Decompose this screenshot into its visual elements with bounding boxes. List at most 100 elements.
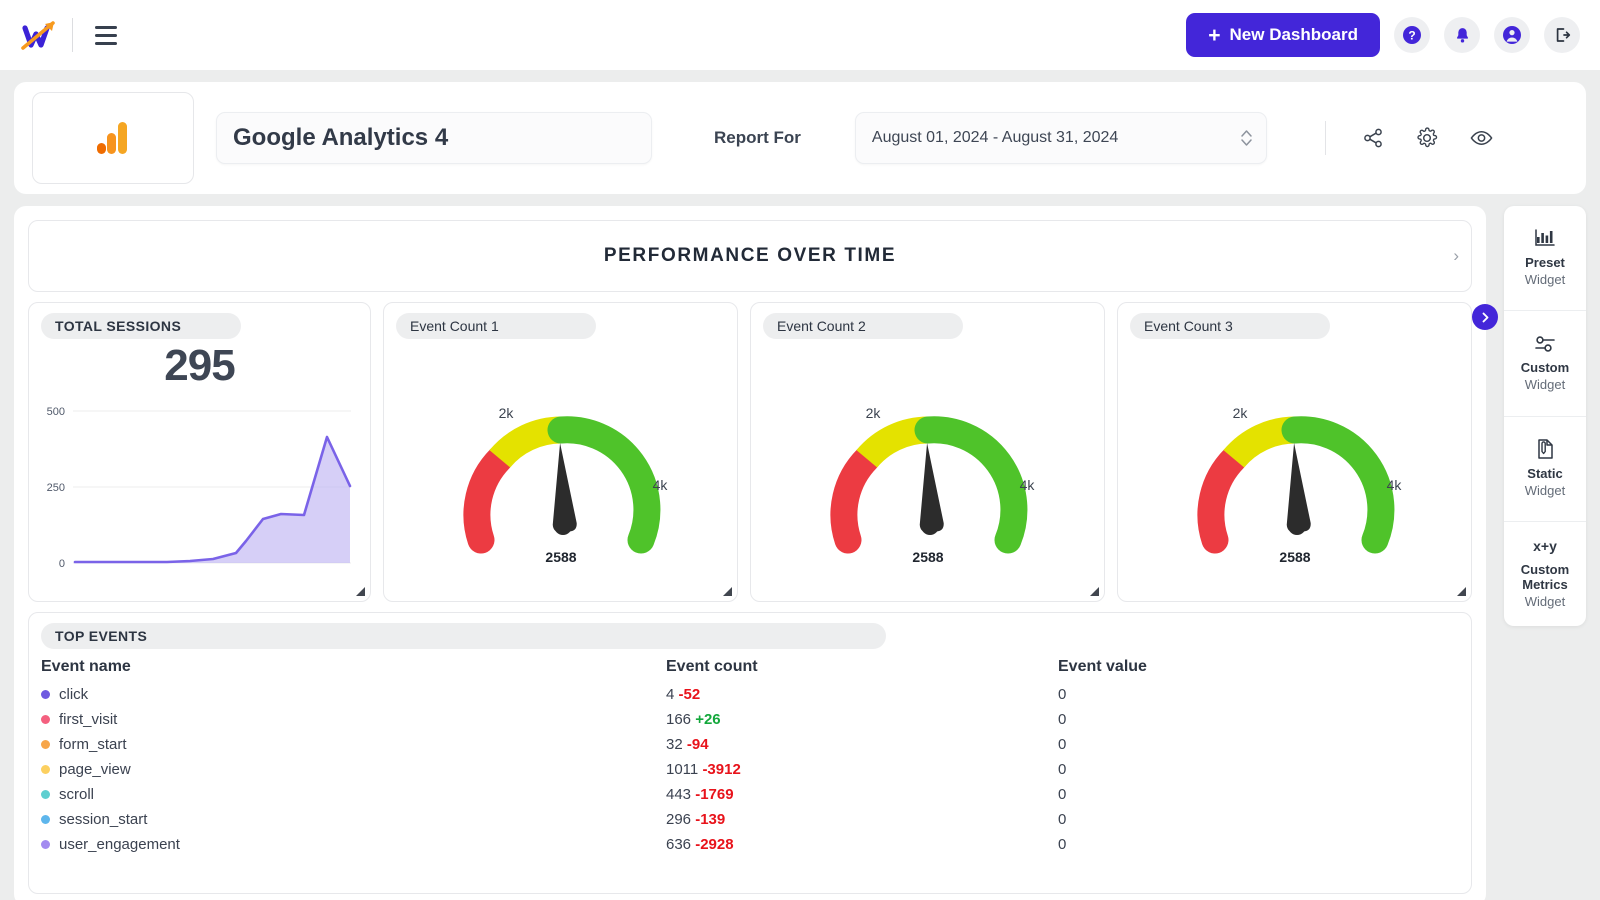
app-logo[interactable] [14,18,66,52]
resize-handle[interactable] [1457,587,1466,596]
top-events-widget[interactable]: TOP EVENTS Event name Event count Event … [28,612,1472,894]
y-tick-0: 0 [59,558,65,570]
settings-gear-icon [1417,127,1438,148]
account-button[interactable] [1494,17,1530,53]
gauge-1-body: 2k 4k 2588 [396,339,725,591]
event-count-delta: -139 [695,811,726,828]
notifications-button[interactable] [1444,17,1480,53]
resize-handle[interactable] [356,587,365,596]
performance-over-time-widget[interactable]: PERFORMANCE OVER TIME › [28,220,1472,292]
widget-panel-item-static[interactable]: Static Widget [1504,415,1586,521]
gauge-value: 2588 [545,549,576,565]
source-logo-box[interactable] [32,92,194,184]
custom-metrics-label-1: Custom Metrics [1520,561,1570,592]
table-row[interactable]: session_start 296 -139 0 [41,807,1459,832]
table-row[interactable]: click 4 -52 0 [41,682,1459,707]
event-count-1-title: Event Count 1 [396,313,596,339]
new-dashboard-button[interactable]: + New Dashboard [1186,13,1380,57]
table-row[interactable]: scroll 443 -1769 0 [41,782,1459,807]
gauge-min-label: 2k [1232,405,1248,421]
help-button[interactable]: ? [1394,17,1430,53]
event-name-label: scroll [59,786,95,803]
chevron-right-icon [1482,312,1488,322]
static-widget-label-1: Static [1527,466,1563,482]
resize-handle[interactable] [723,587,732,596]
cell-event-count: 4 -52 [666,686,701,703]
share-button[interactable] [1362,127,1384,149]
header-divider [1324,121,1326,155]
total-sessions-widget[interactable]: TOTAL SESSIONS 295 500 250 0 [28,302,371,602]
table-row[interactable]: page_view 1011 -3912 0 [41,757,1459,782]
date-range-picker[interactable]: August 01, 2024 - August 31, 2024 [854,112,1267,164]
cell-event-name: first_visit [41,707,666,732]
widget-panel-item-custom[interactable]: Custom Widget [1504,310,1586,415]
widget-panel-item-preset[interactable]: Preset Widget [1504,206,1586,310]
sessions-area-chart: 500 250 0 [47,406,352,570]
event-count-delta: -94 [686,736,709,753]
event-count-3-widget[interactable]: Event Count 3 2k 4k 2588 [1117,302,1472,602]
event-count-3-title: Event Count 3 [1130,313,1330,339]
document-edit-icon [1534,438,1556,460]
event-count-2-widget[interactable]: Event Count 2 2k 4k 2588 [750,302,1105,602]
event-color-dot [41,715,50,724]
gauge-max-label: 4k [652,477,668,493]
cell-event-value: 0 [1058,711,1067,728]
logout-button[interactable] [1544,17,1580,53]
notifications-bell-icon [1456,27,1468,43]
dashboard-title-input[interactable]: Google Analytics 4 [216,112,652,164]
event-color-dot [41,740,50,749]
cell-event-value: 0 [1058,736,1067,753]
cell-event-name: page_view [41,757,666,782]
preset-widget-label-1: Preset [1525,254,1565,270]
cell-event-name: click [41,682,666,707]
hamburger-menu-icon[interactable] [91,22,121,49]
event-count-1-widget[interactable]: Event Count 1 2k 4k 2588 [383,302,738,602]
plus-icon: + [1208,23,1221,47]
widget-panel-toggle-button[interactable] [1472,304,1498,330]
custom-metrics-label-2: Widget [1524,593,1566,609]
resize-handle[interactable] [1090,587,1099,596]
gauge-2-body: 2k 4k 2588 [763,339,1092,591]
event-name-label: click [59,686,89,703]
widget-panel-item-custom-metrics[interactable]: x+y Custom Metrics Widget [1504,520,1586,626]
event-name-label: first_visit [59,711,118,728]
table-row[interactable]: user_engagement 636 -2928 0 [41,832,1459,857]
table-row[interactable]: first_visit 166 +26 0 [41,707,1459,732]
cell-event-count: 166 +26 [666,711,721,728]
gauge-max-label: 4k [1019,477,1035,493]
chevron-right-icon[interactable]: › [1453,246,1459,266]
gauge-value: 2588 [1279,549,1310,565]
custom-widget-label-2: Widget [1524,376,1566,392]
custom-widget-label-1: Custom [1520,359,1570,375]
event-count-2-title: Event Count 2 [763,313,963,339]
table-header-row: Event name Event count Event value [41,655,1459,682]
col-event-value: Event value [1058,658,1147,675]
dashboard-body: PERFORMANCE OVER TIME › TOTAL SESSIONS 2… [14,206,1586,900]
cell-event-count: 32 -94 [666,736,709,753]
table-row[interactable]: form_start 32 -94 0 [41,732,1459,757]
widget-panel: Preset Widget Custom Widget Static Widge… [1504,206,1586,626]
account-icon [1503,26,1521,44]
gauge-3-chart: 2k 4k 2588 [1197,405,1402,565]
top-navigation-bar: + New Dashboard ? [0,0,1600,70]
top-events-rows: click 4 -52 0 first_visit 166 +26 0 form_start… [41,682,1459,857]
dashboard-canvas: PERFORMANCE OVER TIME › TOTAL SESSIONS 2… [14,206,1486,900]
sliders-icon [1533,334,1557,354]
preset-widget-label-2: Widget [1524,271,1566,287]
gauge-1-chart: 2k 4k 2588 [463,405,668,565]
svg-text:?: ? [1408,29,1415,43]
col-event-name: Event name [41,658,131,675]
share-icon [1364,128,1382,148]
report-for-label: Report For [714,128,801,147]
static-widget-label-2: Widget [1524,483,1566,499]
widgets-row: TOTAL SESSIONS 295 500 250 0 Event Count… [28,302,1472,602]
total-sessions-title: TOTAL SESSIONS [41,313,241,339]
gauge-2-chart: 2k 4k 2588 [830,405,1035,565]
new-dashboard-label: New Dashboard [1229,25,1358,44]
performance-title: PERFORMANCE OVER TIME [603,245,897,266]
event-color-dot [41,790,50,799]
y-tick-250: 250 [47,482,65,494]
preview-button[interactable] [1470,127,1493,149]
top-events-title: TOP EVENTS [41,623,886,649]
settings-button[interactable] [1416,127,1438,149]
